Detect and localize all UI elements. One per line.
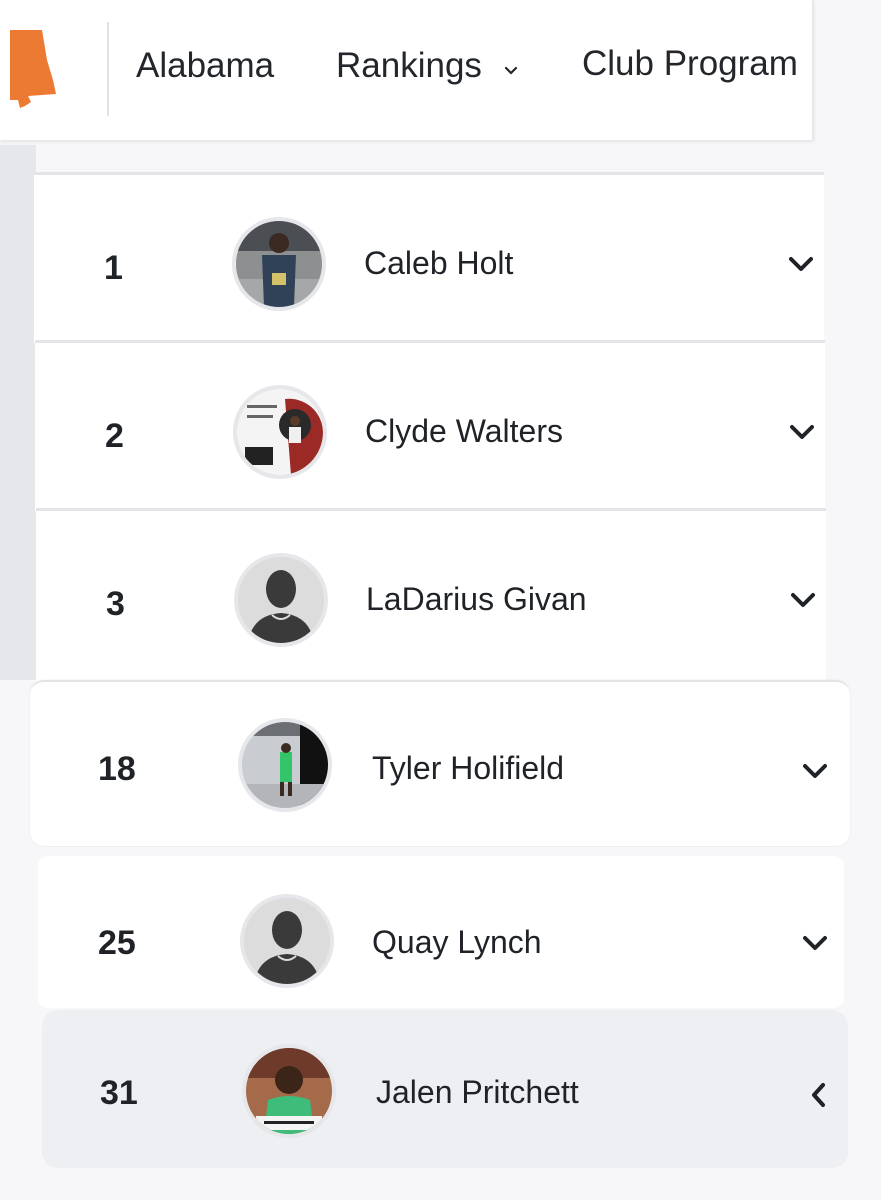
rank-number: 1 xyxy=(104,249,123,287)
ranking-row[interactable]: 25 Quay Lynch xyxy=(38,856,844,1008)
player-avatar[interactable] xyxy=(233,385,327,479)
chevron-left-icon[interactable] xyxy=(804,1080,834,1110)
nav-alabama[interactable]: Alabama xyxy=(136,46,274,86)
chevron-down-icon[interactable] xyxy=(800,928,830,958)
player-name-link[interactable]: Caleb Holt xyxy=(364,245,513,282)
nav-club-program-label: Club Program xyxy=(582,44,798,83)
player-name-link[interactable]: Quay Lynch xyxy=(372,924,542,961)
rank-number: 25 xyxy=(98,924,136,962)
nav-alabama-label: Alabama xyxy=(136,46,275,85)
chevron-down-icon[interactable] xyxy=(800,756,830,786)
chevron-down-icon[interactable] xyxy=(788,585,818,615)
rank-number: 2 xyxy=(105,417,124,455)
ranking-row[interactable]: 31 Jalen Pritchett xyxy=(42,1010,848,1168)
chevron-down-icon xyxy=(504,45,518,85)
player-avatar[interactable] xyxy=(232,217,326,311)
player-avatar[interactable] xyxy=(242,1044,336,1138)
site-header: Alabama Rankings Club Program xyxy=(0,0,814,140)
rank-number: 3 xyxy=(106,585,125,623)
rank-number: 18 xyxy=(98,750,136,788)
chevron-down-icon[interactable] xyxy=(786,249,816,279)
chevron-down-icon[interactable] xyxy=(787,417,817,447)
nav-rankings-dropdown[interactable]: Rankings xyxy=(336,46,518,86)
rank-number: 31 xyxy=(100,1074,138,1112)
player-name-link[interactable]: LaDarius Givan xyxy=(366,581,587,618)
player-name-link[interactable]: Clyde Walters xyxy=(365,413,563,450)
header-divider xyxy=(107,22,109,116)
player-name-link[interactable]: Tyler Holifield xyxy=(372,750,564,787)
ranking-row[interactable]: 18 Tyler Holifield xyxy=(30,680,850,846)
ranking-row[interactable]: 2 Clyde Walters xyxy=(35,340,825,511)
nav-club-program[interactable]: Club Program xyxy=(582,44,812,84)
nav-rankings-label: Rankings xyxy=(336,46,482,85)
player-avatar[interactable] xyxy=(234,553,328,647)
page-background-strip xyxy=(0,145,36,680)
player-avatar[interactable] xyxy=(238,718,332,812)
ranking-row[interactable]: 1 Caleb Holt xyxy=(34,172,824,343)
player-avatar[interactable] xyxy=(240,894,334,988)
ranking-row[interactable]: 3 LaDarius Givan xyxy=(36,508,826,681)
page-background-strip xyxy=(824,310,881,680)
alabama-state-icon[interactable] xyxy=(6,30,58,108)
player-name-link[interactable]: Jalen Pritchett xyxy=(376,1074,579,1111)
